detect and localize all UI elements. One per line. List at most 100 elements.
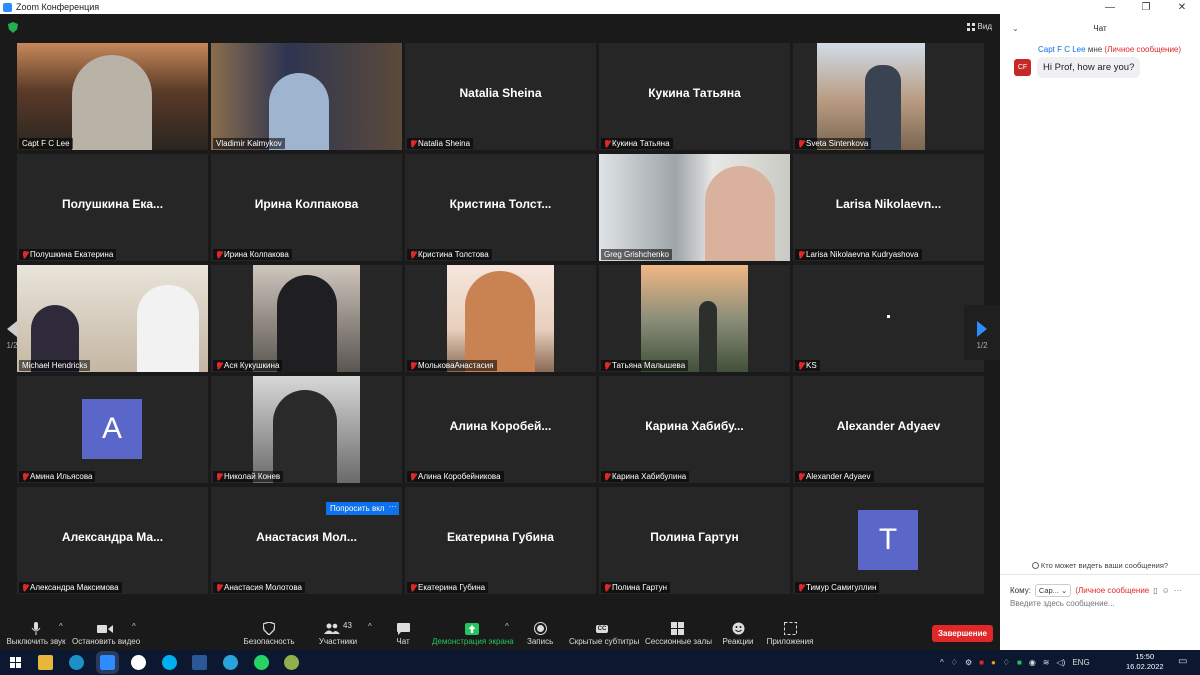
participant-name: Natalia Sheina bbox=[418, 139, 471, 148]
more-options-button[interactable]: ··· bbox=[386, 502, 399, 515]
muted-mic-icon bbox=[410, 583, 416, 592]
participants-options-caret[interactable]: ^ bbox=[368, 622, 372, 631]
end-meeting-button[interactable]: Завершение bbox=[932, 625, 993, 642]
participant-tile[interactable]: Larisa Nikolaevn... Larisa Nikolaevna Kud… bbox=[793, 154, 984, 261]
muted-mic-icon bbox=[798, 583, 804, 592]
participant-tile[interactable]: Карина Хабибу... Карина Хабибулина bbox=[599, 376, 790, 483]
participant-tile[interactable]: Полина Гартун Полина Гартун bbox=[599, 487, 790, 594]
telegram-icon[interactable] bbox=[223, 655, 238, 670]
participant-tile[interactable]: Татьяна Малышева bbox=[599, 265, 790, 372]
recipient-select[interactable]: Cap... ⌄ bbox=[1034, 584, 1072, 597]
ask-to-unmute-button[interactable]: Попросить вкл bbox=[326, 502, 389, 515]
muted-mic-icon bbox=[798, 472, 804, 481]
tray-app-icon-6[interactable]: ■ bbox=[1017, 658, 1022, 667]
participant-tile[interactable]: Natalia Sheina Natalia Sheina bbox=[405, 43, 596, 150]
participant-tile[interactable]: Кукина Татьяна Кукина Татьяна bbox=[599, 43, 790, 150]
tray-app-icon-3[interactable]: ■ bbox=[979, 658, 984, 667]
stop-video-button[interactable]: Остановить видео bbox=[72, 620, 140, 646]
file-explorer-icon[interactable] bbox=[38, 655, 53, 670]
tray-app-icon-2[interactable]: ⚙ bbox=[965, 658, 972, 667]
participant-tile[interactable]: Николай Конев bbox=[211, 376, 402, 483]
file-icon[interactable]: ▯ bbox=[1153, 586, 1157, 595]
participant-name-label: Алина Коробейникова bbox=[407, 471, 504, 482]
mute-button[interactable]: Выключить звук bbox=[6, 620, 66, 646]
muted-mic-icon bbox=[604, 472, 610, 481]
more-icon[interactable]: ··· bbox=[1174, 586, 1182, 595]
edge-browser-icon[interactable] bbox=[69, 655, 84, 670]
participant-tile[interactable]: T Тимур Самигуллин bbox=[793, 487, 984, 594]
muted-mic-icon bbox=[216, 250, 222, 259]
participant-tile[interactable]: Ася Кукушкина bbox=[211, 265, 402, 372]
security-shield-icon[interactable] bbox=[8, 22, 18, 33]
tray-app-icon-7[interactable]: ◉ bbox=[1029, 658, 1036, 667]
participant-tile[interactable]: Екатерина Губина Екатерина Губина bbox=[405, 487, 596, 594]
security-label: Безопасность bbox=[243, 637, 295, 646]
tray-expand-icon[interactable]: ^ bbox=[940, 658, 944, 667]
skype-icon[interactable] bbox=[162, 655, 177, 670]
chat-button[interactable]: Чат bbox=[393, 620, 413, 646]
participant-name: Амина Ильясова bbox=[30, 472, 93, 481]
meeting-toolbar: Выключить звук ^ Остановить видео ^ Безо… bbox=[0, 618, 1000, 650]
participant-tile[interactable]: Sveta Sintenkova bbox=[793, 43, 984, 150]
participant-tile[interactable]: Алина Коробей... Алина Коробейникова bbox=[405, 376, 596, 483]
muted-mic-icon bbox=[410, 472, 416, 481]
who-can-see-link[interactable]: Кто может видеть ваши сообщения? bbox=[1000, 561, 1200, 570]
wifi-icon[interactable]: ≋ bbox=[1043, 658, 1050, 667]
breakout-rooms-button[interactable]: Сессионные залы bbox=[645, 620, 712, 646]
apps-button[interactable]: Приложения bbox=[766, 620, 814, 646]
restore-icon[interactable]: ❐ bbox=[1128, 2, 1164, 13]
captions-button[interactable]: CC Скрытые субтитры bbox=[569, 620, 639, 646]
participant-tile[interactable]: Александра Ма... Александра Максимова bbox=[17, 487, 208, 594]
zoom-taskbar-icon[interactable] bbox=[96, 651, 119, 674]
message-recipient: мне bbox=[1087, 45, 1103, 54]
previous-page-button[interactable]: 1/2 bbox=[0, 305, 24, 360]
tray-app-icon-5[interactable]: ♢ bbox=[1003, 658, 1010, 667]
view-button[interactable]: Вид bbox=[966, 22, 992, 31]
notifications-icon[interactable]: ▭ bbox=[1178, 656, 1187, 667]
participant-display-name: Полина Гартун bbox=[650, 530, 739, 544]
shield-icon bbox=[263, 622, 275, 635]
participant-tile[interactable]: МольковаАнастасия bbox=[405, 265, 596, 372]
volume-icon[interactable]: ◁) bbox=[1057, 658, 1066, 667]
emoji-icon[interactable]: ☺ bbox=[1162, 586, 1170, 595]
chat-message: Hi Prof, how are you? bbox=[1037, 57, 1141, 78]
participants-button[interactable]: 43 Участники bbox=[317, 620, 359, 646]
whatsapp-icon[interactable] bbox=[254, 655, 269, 670]
tray-app-icon-4[interactable]: ● bbox=[991, 658, 996, 667]
close-icon[interactable]: ✕ bbox=[1164, 2, 1200, 13]
participant-name-label: Кукина Татьяна bbox=[601, 138, 673, 149]
next-page-button[interactable]: 1/2 bbox=[964, 305, 1000, 360]
yandex-browser-icon[interactable] bbox=[131, 655, 146, 670]
tray-app-icon-1[interactable]: ♢ bbox=[951, 658, 958, 667]
record-button[interactable]: Запись bbox=[527, 620, 553, 646]
windows-start-icon[interactable] bbox=[10, 657, 21, 668]
security-button[interactable]: Безопасность bbox=[243, 620, 295, 646]
message-sender[interactable]: Capt F C Lee bbox=[1038, 45, 1086, 54]
app-icon[interactable] bbox=[284, 655, 299, 670]
participant-tile[interactable]: KS bbox=[793, 265, 984, 372]
participant-name-label: Capt F C Lee bbox=[19, 138, 73, 149]
participant-tile[interactable]: Полушкина Ека... Полушкина Екатерина bbox=[17, 154, 208, 261]
share-screen-button[interactable]: Демонстрация экрана bbox=[432, 620, 514, 646]
keyboard-language[interactable]: ENG bbox=[1072, 658, 1089, 667]
participant-tile[interactable]: Ирина Колпакова Ирина Колпакова bbox=[211, 154, 402, 261]
word-icon[interactable] bbox=[192, 655, 207, 670]
audio-options-caret[interactable]: ^ bbox=[59, 622, 63, 631]
participant-tile[interactable]: Greg Grishchenko bbox=[599, 154, 790, 261]
participant-name: Larisa Nikolaevna Kudryashova bbox=[806, 250, 919, 259]
clock[interactable]: 15:50 16.02.2022 bbox=[1126, 652, 1164, 672]
participant-tile[interactable]: Vladimir Kalmykov bbox=[211, 43, 402, 150]
chat-message-input[interactable] bbox=[1010, 599, 1190, 608]
muted-mic-icon bbox=[410, 139, 416, 148]
participant-tile[interactable]: Alexander Adyaev Alexander Adyaev bbox=[793, 376, 984, 483]
video-options-caret[interactable]: ^ bbox=[132, 622, 136, 631]
participant-tile[interactable]: Кристина Толст... Кристина Толстова bbox=[405, 154, 596, 261]
participant-tile[interactable]: Michael Hendricks bbox=[17, 265, 208, 372]
share-options-caret[interactable]: ^ bbox=[505, 622, 509, 631]
avatar: T bbox=[858, 510, 918, 570]
minimize-icon[interactable]: — bbox=[1092, 2, 1128, 13]
reactions-button[interactable]: Реакции bbox=[722, 620, 754, 646]
participant-name-label: Ирина Колпакова bbox=[213, 249, 292, 260]
participant-tile[interactable]: A Амина Ильясова bbox=[17, 376, 208, 483]
participant-tile[interactable]: Capt F C Lee bbox=[17, 43, 208, 150]
